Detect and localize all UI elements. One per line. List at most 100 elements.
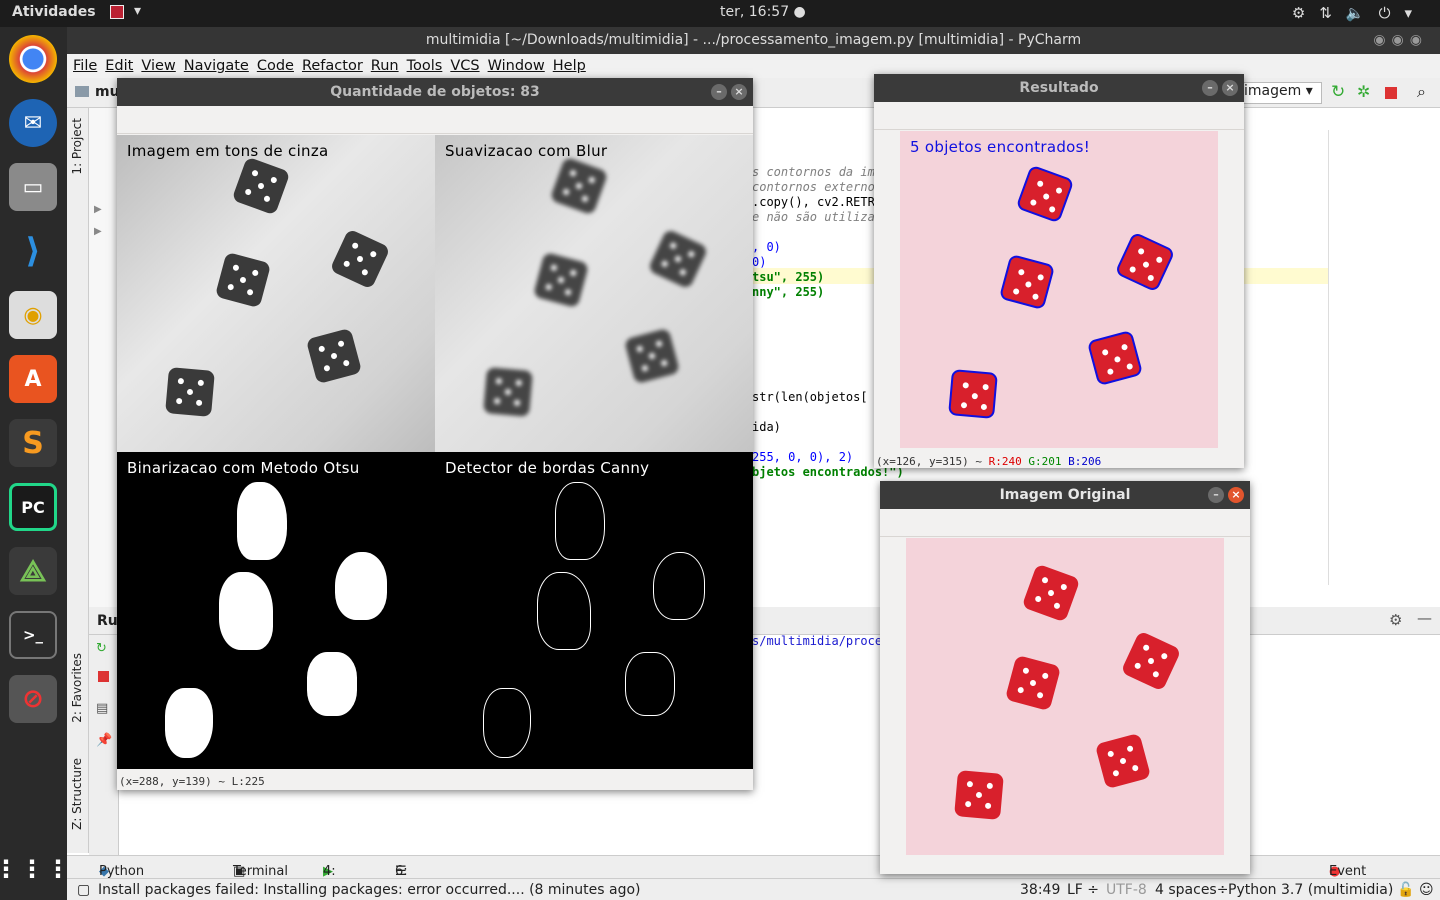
chrome-icon[interactable] [9, 35, 57, 83]
indent[interactable]: 4 spaces÷ [1155, 879, 1228, 900]
stop-icon[interactable] [1385, 87, 1397, 99]
die-pip [318, 345, 326, 353]
pycharm-icon[interactable]: PC [9, 483, 57, 531]
die-pip [569, 169, 577, 178]
files-icon[interactable]: ▭ [9, 163, 57, 211]
rerun-icon[interactable]: ↻ [1331, 82, 1345, 102]
opencv-window-original: Imagem Original – × [880, 481, 1250, 874]
die-pip [1036, 691, 1044, 699]
sublime-icon[interactable]: S [9, 419, 57, 467]
die-pip [545, 283, 553, 291]
minimize-button[interactable]: – [1202, 80, 1218, 96]
close-button[interactable]: × [1228, 487, 1244, 503]
activities-button[interactable]: Atividades [12, 4, 96, 20]
tree-expand-icon[interactable]: ▶ [94, 204, 102, 215]
result-image[interactable]: 5 objetos encontrados! [900, 131, 1218, 448]
ubuntu-top-bar: Atividades ▾ ter, 16:57 ● ⚙⇅🔈⏻▾ [0, 0, 1440, 27]
launcher-dock: ✉ ▭ ⟩ ◉ A S PC ⟁ >_ ⊘ ⋮⋮⋮ [0, 27, 70, 900]
lock-icon[interactable]: 🔓 [1397, 879, 1414, 900]
blur-image-panel[interactable]: Suavizacao com Blur [435, 135, 753, 452]
layout-icon[interactable]: ▤ [96, 701, 108, 716]
die-pip [1147, 657, 1155, 665]
status-message[interactable]: Install packages failed: Installing pack… [98, 879, 641, 900]
chevron-down-icon[interactable]: ▾ [134, 3, 141, 19]
window-title: Resultado [1019, 80, 1099, 96]
window-controls[interactable]: ◉◉◉ [1373, 27, 1428, 54]
tab-favorites[interactable]: 2: Favorites [70, 653, 84, 723]
die-pip [980, 403, 988, 411]
line-separator[interactable]: LF ÷ [1067, 879, 1099, 900]
opencv-app-icon[interactable]: ⊘ [9, 675, 57, 723]
window-titlebar[interactable]: Quantidade de objetos: 83 – × [117, 78, 753, 106]
inspector-icon[interactable]: ☺ [1419, 879, 1434, 900]
vscode-icon[interactable]: ⟩ [9, 227, 57, 275]
gray-image-panel[interactable]: Imagem em tons de cinza [117, 135, 435, 452]
pin-icon[interactable]: 📌 [96, 733, 112, 748]
die-pip [232, 264, 240, 272]
canny-image-panel[interactable]: Detector de bordas Canny [435, 452, 753, 769]
android-studio-icon[interactable]: ⟁ [9, 547, 57, 595]
window-title: Quantidade de objetos: 83 [330, 84, 540, 100]
tab-structure[interactable]: Z: Structure [70, 758, 84, 830]
gear-icon[interactable]: ⚙ [1389, 611, 1402, 629]
otsu-image-panel[interactable]: Binarizacao com Metodo Otsu [117, 452, 435, 769]
hide-icon[interactable]: — [1417, 609, 1432, 627]
menu-file[interactable]: File [73, 54, 97, 78]
blob [237, 482, 287, 560]
menu-run[interactable]: Run [371, 54, 399, 78]
software-center-icon[interactable]: A [9, 355, 57, 403]
die-pip [330, 352, 338, 360]
die-pip [587, 176, 596, 184]
die-pip [1146, 273, 1155, 282]
pixel-status: (x=126, y=315) ~ R:240 G:201 B:206 [876, 455, 1101, 468]
menu-window[interactable]: Window [488, 54, 545, 78]
rhythmbox-icon[interactable]: ◉ [9, 291, 57, 339]
die-pip [244, 188, 253, 196]
close-button[interactable]: × [731, 84, 747, 100]
die-pip [1128, 265, 1137, 274]
close-button[interactable]: × [1222, 80, 1238, 96]
die [647, 228, 709, 290]
window-titlebar[interactable]: Imagem Original – × [880, 481, 1250, 509]
caret-position[interactable]: 38:49 [1020, 879, 1060, 900]
rerun-icon[interactable]: ↻ [96, 641, 107, 656]
stop-icon[interactable] [98, 671, 109, 682]
run-output-path: s/multimidia/proce [752, 634, 883, 648]
terminal-icon[interactable]: >_ [9, 611, 57, 659]
blob [335, 552, 387, 620]
menu-edit[interactable]: Edit [105, 54, 133, 78]
debug-icon[interactable]: ✲ [1357, 82, 1370, 101]
status-toggle-icon[interactable]: ▢ [77, 879, 90, 900]
interpreter[interactable]: Python 3.7 (multimidia) [1228, 879, 1393, 900]
minimize-button[interactable]: – [711, 84, 727, 100]
encoding[interactable]: UTF-8 [1106, 879, 1147, 900]
opencv-window-quantidade: Quantidade de objetos: 83 – × Imagem em … [117, 78, 753, 790]
window-titlebar[interactable]: Resultado – × [874, 74, 1244, 102]
die-pip [1029, 198, 1038, 207]
run-config-select[interactable]: imagem ▾ [1240, 82, 1322, 104]
menu-vcs[interactable]: VCS [450, 54, 479, 78]
pycharm-title-bar: multimidia [~/Downloads/multimidia] - ..… [67, 27, 1440, 54]
minimize-button[interactable]: – [1208, 487, 1224, 503]
show-apps-icon[interactable]: ⋮⋮⋮ [0, 845, 70, 893]
original-image[interactable] [906, 538, 1224, 855]
menu-navigate[interactable]: Navigate [184, 54, 249, 78]
thunderbird-icon[interactable]: ✉ [9, 99, 57, 147]
menu-refactor[interactable]: Refactor [302, 54, 363, 78]
edge-outline [555, 482, 605, 560]
menu-view[interactable]: View [141, 54, 175, 78]
clock[interactable]: ter, 16:57 ● [720, 4, 806, 20]
app-menu-icon[interactable] [110, 5, 124, 19]
tree-expand-icon[interactable]: ▶ [94, 226, 102, 237]
project-crumb[interactable]: mu [95, 84, 120, 100]
search-icon[interactable]: ⌕ [1417, 82, 1426, 102]
menu-tools[interactable]: Tools [407, 54, 443, 78]
system-tray-icons[interactable]: ⚙⇅🔈⏻▾ [1292, 4, 1426, 22]
menu-help[interactable]: Help [553, 54, 586, 78]
tab-project[interactable]: 1: Project [70, 118, 84, 175]
die [483, 367, 533, 417]
die-pip [175, 397, 183, 405]
pixel-green: G:201 [1028, 455, 1062, 468]
die-pip [251, 269, 259, 277]
menu-code[interactable]: Code [257, 54, 294, 78]
